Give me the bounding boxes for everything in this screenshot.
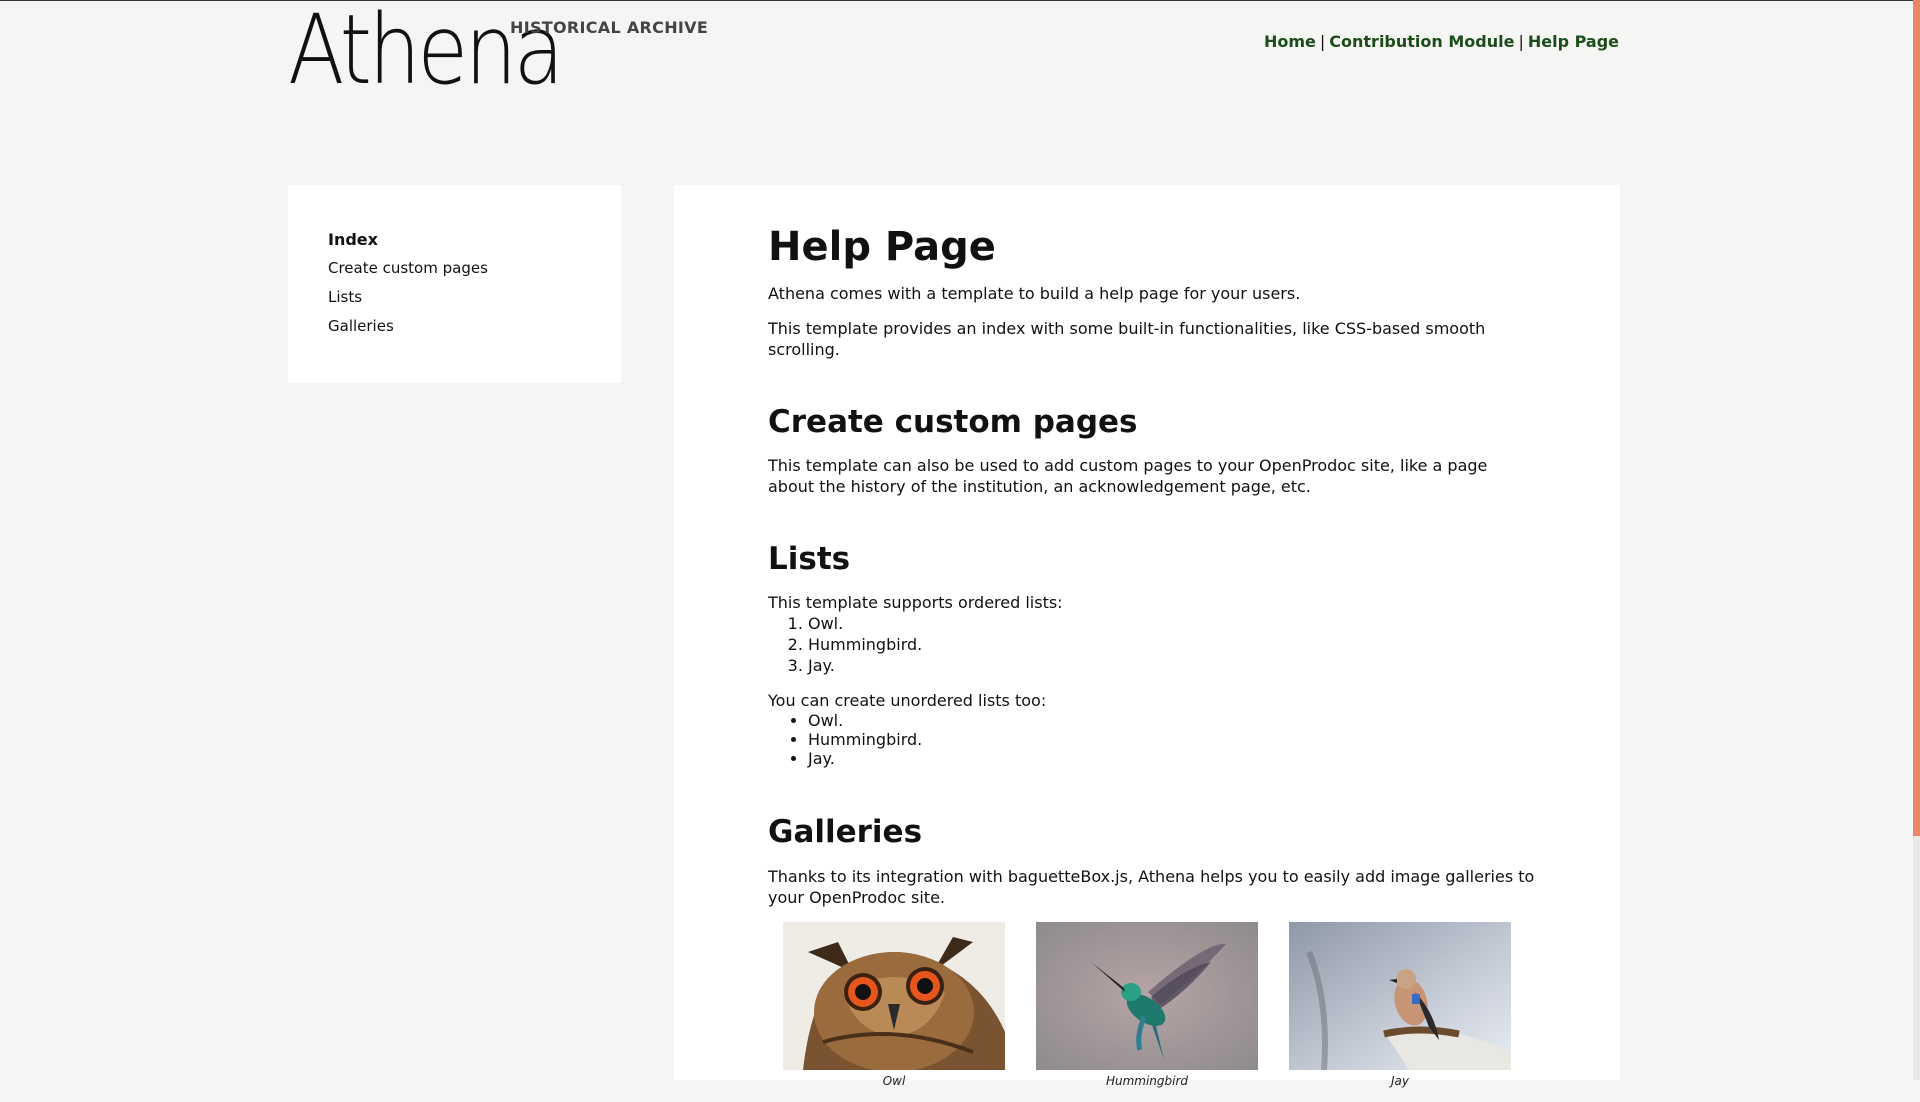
unordered-list-intro: You can create unordered lists too: [768, 691, 1047, 711]
list-item: Owl. [808, 711, 1538, 730]
gallery-caption: Jay [1391, 1073, 1409, 1088]
section-heading-create-custom-pages: Create custom pages [768, 404, 1138, 440]
nav-separator: | [1319, 32, 1326, 51]
gallery-item-jay[interactable]: Jay [1289, 921, 1511, 1088]
intro-paragraph: Athena comes with a template to build a … [768, 284, 1301, 303]
top-navigation: Home | Contribution Module | Help Page [1264, 32, 1619, 51]
owl-image[interactable] [783, 921, 1005, 1070]
ordered-list: Owl. Hummingbird. Jay. [768, 613, 1538, 676]
content-inner: Help Page Athena comes with a template t… [768, 185, 1538, 1102]
index-item: Galleries [328, 312, 621, 341]
index-heading-link[interactable]: Index [328, 230, 378, 249]
site-subtitle: HISTORICAL ARCHIVE [510, 18, 709, 37]
gallery-caption: Owl [882, 1073, 906, 1088]
galleries-paragraph: Thanks to its integration with baguetteB… [768, 866, 1535, 907]
nav-help-page-link[interactable]: Help Page [1528, 32, 1619, 51]
unordered-list: Owl. Hummingbird. Jay. [768, 711, 1538, 768]
index-sidebar: Index Create custom pages Lists Gallerie… [288, 185, 621, 383]
index-link-lists[interactable]: Lists [328, 288, 362, 306]
ordered-list-intro: This template supports ordered lists: [768, 593, 1063, 613]
index-link-galleries[interactable]: Galleries [328, 317, 394, 335]
intro-paragraph: This template provides an index with som… [768, 319, 1486, 359]
hummingbird-image[interactable] [1036, 921, 1258, 1070]
index-heading: Index [328, 225, 621, 254]
list-item: Owl. [808, 613, 1538, 634]
image-gallery: Owl Hummingbird Jay [768, 921, 1538, 1102]
index-link-create-custom-pages[interactable]: Create custom pages [328, 259, 488, 277]
gallery-item-hummingbird[interactable]: Hummingbird [1036, 921, 1258, 1088]
list-item: Hummingbird. [808, 634, 1538, 655]
list-item: Hummingbird. [808, 730, 1538, 749]
jay-image[interactable] [1289, 921, 1511, 1070]
page-scrollbar-thumb[interactable] [1913, 0, 1920, 836]
gallery-item-owl[interactable]: Owl [783, 921, 1005, 1088]
custom-pages-paragraph: This template can also be used to add cu… [768, 456, 1488, 497]
list-item: Jay. [808, 749, 1538, 768]
main-content: Help Page Athena comes with a template t… [674, 185, 1620, 1088]
list-item: Jay. [808, 655, 1538, 676]
gallery-caption: Hummingbird [1105, 1073, 1189, 1088]
nav-home-link[interactable]: Home [1264, 32, 1316, 51]
section-heading-lists: Lists [768, 541, 851, 578]
index-item: Create custom pages [328, 254, 621, 283]
index-item: Lists [328, 283, 621, 312]
page-title: Help Page [768, 224, 996, 270]
nav-contribution-module-link[interactable]: Contribution Module [1329, 32, 1514, 51]
site-logo[interactable]: Athena [288, 2, 564, 98]
index-list: Index Create custom pages Lists Gallerie… [288, 185, 621, 341]
section-heading-galleries: Galleries [768, 814, 923, 851]
nav-separator: | [1518, 32, 1524, 51]
